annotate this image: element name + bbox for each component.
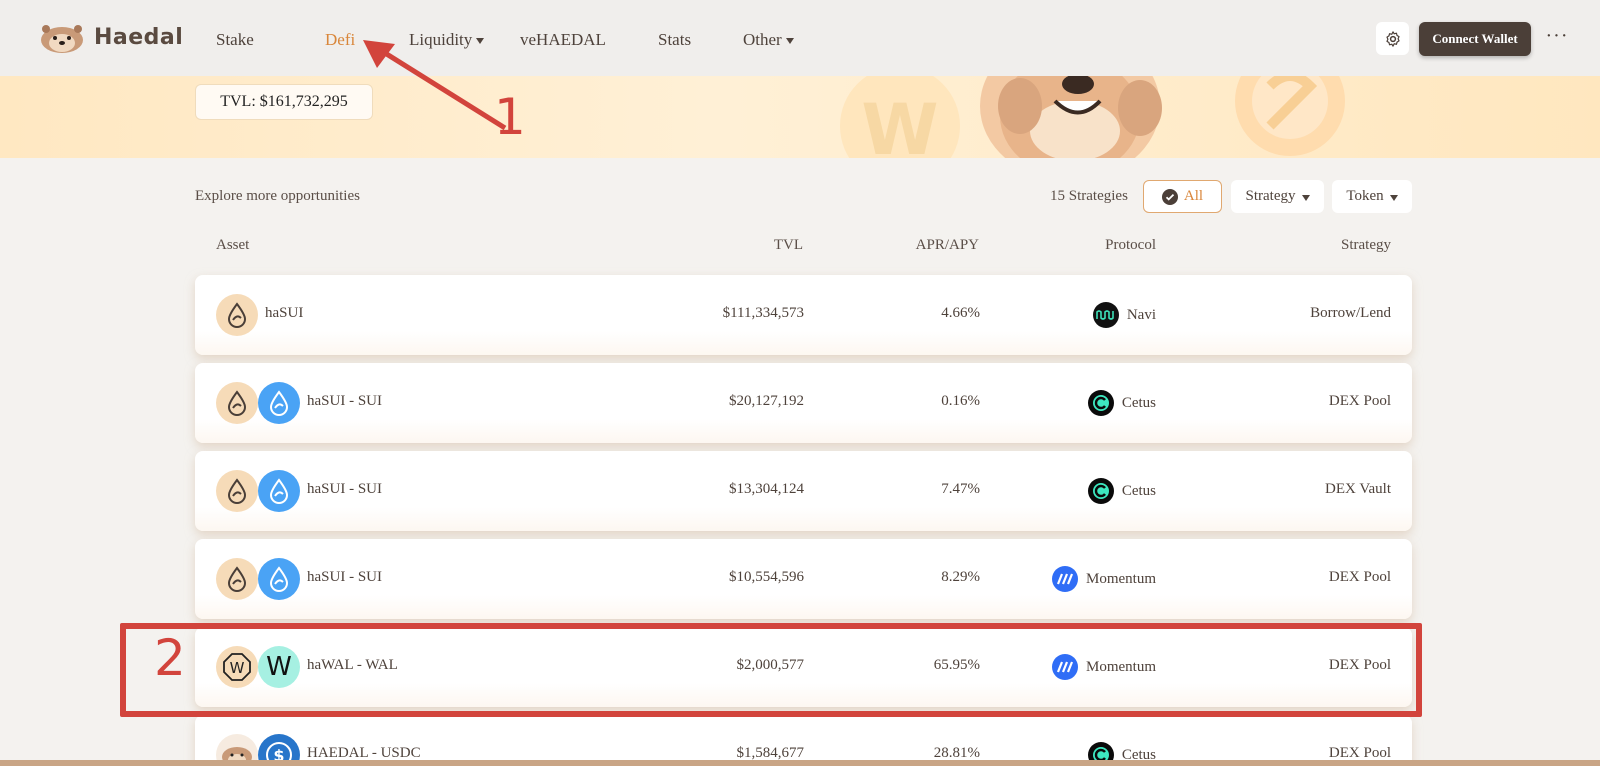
asset-name: haSUI: [265, 305, 304, 321]
svg-text:W: W: [861, 89, 938, 158]
asset-name: haSUI - SUI: [307, 393, 382, 409]
hasui-token-icon: [216, 294, 258, 336]
tvl-value: $13,304,124: [729, 481, 804, 497]
bottom-edge-bar: [0, 760, 1600, 766]
apr-value: 0.16%: [941, 393, 980, 409]
apr-value: 8.29%: [941, 569, 980, 585]
nav-stake[interactable]: Stake: [216, 30, 254, 50]
nav-label: Other: [743, 30, 782, 49]
otter-logo-icon: [41, 25, 83, 53]
filter-token-dropdown[interactable]: Token: [1332, 180, 1412, 213]
sui-token-icon: [258, 382, 300, 424]
protocol-cell: Cetus: [1087, 390, 1156, 416]
protocol-cell: Momentum: [1052, 566, 1156, 592]
nav-label: Stake: [216, 30, 254, 49]
caret-down-icon: [1389, 194, 1398, 201]
table-row[interactable]: haSUI - SUI $10,554,596 8.29% Momentum D…: [195, 539, 1412, 619]
navi-icon: [1092, 302, 1119, 328]
check-icon: [1161, 188, 1178, 205]
hasui-token-icon: [216, 470, 258, 512]
apr-value: 7.47%: [941, 481, 980, 497]
tvl-value: $111,334,573: [722, 305, 804, 321]
total-tvl-badge: TVL: $161,732,295: [195, 84, 373, 120]
column-header-tvl: TVL: [773, 237, 803, 253]
nav-liquidity[interactable]: Liquidity: [409, 30, 485, 50]
momentum-icon: [1052, 566, 1078, 592]
filter-token-label: Token: [1346, 188, 1384, 204]
gear-icon: [1385, 30, 1400, 47]
tvl-value: $20,127,192: [729, 393, 804, 409]
table-row[interactable]: haSUI - SUI $20,127,192 0.16% Cetus DEX …: [195, 363, 1412, 443]
protocol-cell: Momentum: [1052, 654, 1156, 680]
strategy-value: Borrow/Lend: [1310, 305, 1391, 321]
table-row[interactable]: haSUI $111,334,573 4.66% Navi Borrow/Len…: [195, 275, 1412, 355]
column-header-apr: APR/APY: [915, 237, 979, 253]
caret-down-icon: [1301, 194, 1310, 201]
strategy-value: DEX Pool: [1328, 393, 1391, 409]
column-header-strategy: Strategy: [1341, 237, 1391, 253]
protocol-name: Navi: [1126, 306, 1156, 323]
cetus-icon: [1087, 390, 1114, 416]
nav-vehaedal[interactable]: veHAEDAL: [520, 30, 606, 50]
more-menu-button[interactable]: ···: [1543, 26, 1571, 52]
hasui-token-icon: [216, 382, 258, 424]
filter-strategy-dropdown[interactable]: Strategy: [1231, 180, 1324, 213]
wal-token-icon: W: [258, 646, 300, 688]
table-row[interactable]: haSUI - SUI $13,304,124 7.47% Cetus DEX …: [195, 451, 1412, 531]
cetus-icon: [1087, 478, 1114, 504]
nav-label: Liquidity: [409, 30, 473, 49]
filter-all-button[interactable]: All: [1143, 180, 1222, 213]
filter-strategy-label: Strategy: [1245, 188, 1296, 204]
top-nav-bar: Haedal Stake Defi Liquidity veHAEDAL Sta…: [0, 0, 1600, 76]
connect-wallet-button[interactable]: Connect Wallet: [1419, 22, 1531, 56]
nav-label: Stats: [658, 30, 692, 49]
table-row[interactable]: W W haWAL - WAL $2,000,577 65.95% Moment…: [195, 627, 1412, 707]
hero-banner: TVL: $161,732,295 W: [0, 76, 1600, 158]
sui-token-icon: [258, 558, 300, 600]
momentum-icon: [1052, 654, 1078, 680]
tvl-value: $10,554,596: [729, 569, 804, 585]
hawal-token-icon: W: [216, 646, 258, 688]
table-row[interactable]: $ HAEDAL - USDC $1,584,677 28.81% Cetus …: [195, 715, 1412, 766]
protocol-name: Momentum: [1086, 570, 1156, 587]
protocol-name: Cetus: [1121, 394, 1156, 411]
protocol-cell: Navi: [1092, 302, 1156, 328]
asset-name: haWAL - WAL: [307, 657, 398, 673]
brand-name: Haedal: [94, 24, 184, 50]
strategy-value: DEX Vault: [1325, 481, 1391, 497]
otter-mascot-illustration-icon: W: [840, 76, 1345, 158]
asset-name: haSUI - SUI: [307, 569, 382, 585]
caret-down-icon: [476, 38, 485, 44]
column-header-protocol: Protocol: [1105, 237, 1156, 253]
nav-label: veHAEDAL: [520, 30, 606, 49]
sui-token-icon: [258, 470, 300, 512]
tvl-value: $2,000,577: [736, 657, 805, 673]
apr-value: 4.66%: [941, 305, 980, 321]
annotation-number-2: 2: [154, 629, 186, 687]
nav-other[interactable]: Other: [743, 30, 794, 50]
protocol-name: Cetus: [1121, 482, 1156, 499]
nav-label: Defi: [325, 30, 356, 49]
protocol-cell: Cetus: [1087, 478, 1156, 504]
strategy-value: DEX Pool: [1328, 569, 1391, 585]
asset-name: haSUI - SUI: [307, 481, 382, 497]
protocol-name: Momentum: [1086, 658, 1156, 675]
nav-defi[interactable]: Defi: [325, 30, 355, 50]
explore-heading: Explore more opportunities: [195, 188, 360, 204]
settings-button[interactable]: [1376, 22, 1409, 55]
annotation-number-1: 1: [494, 88, 526, 146]
apr-value: 65.95%: [933, 657, 980, 673]
hasui-token-icon: [216, 558, 258, 600]
nav-stats[interactable]: Stats: [658, 30, 691, 50]
column-header-asset: Asset: [216, 237, 250, 253]
caret-down-icon: [785, 38, 794, 44]
strategy-count: 15 Strategies: [1050, 188, 1128, 204]
brand-logo[interactable]: Haedal: [38, 20, 183, 54]
strategy-value: DEX Pool: [1328, 657, 1391, 673]
filter-all-label: All: [1183, 188, 1204, 204]
svg-text:W: W: [230, 659, 245, 677]
